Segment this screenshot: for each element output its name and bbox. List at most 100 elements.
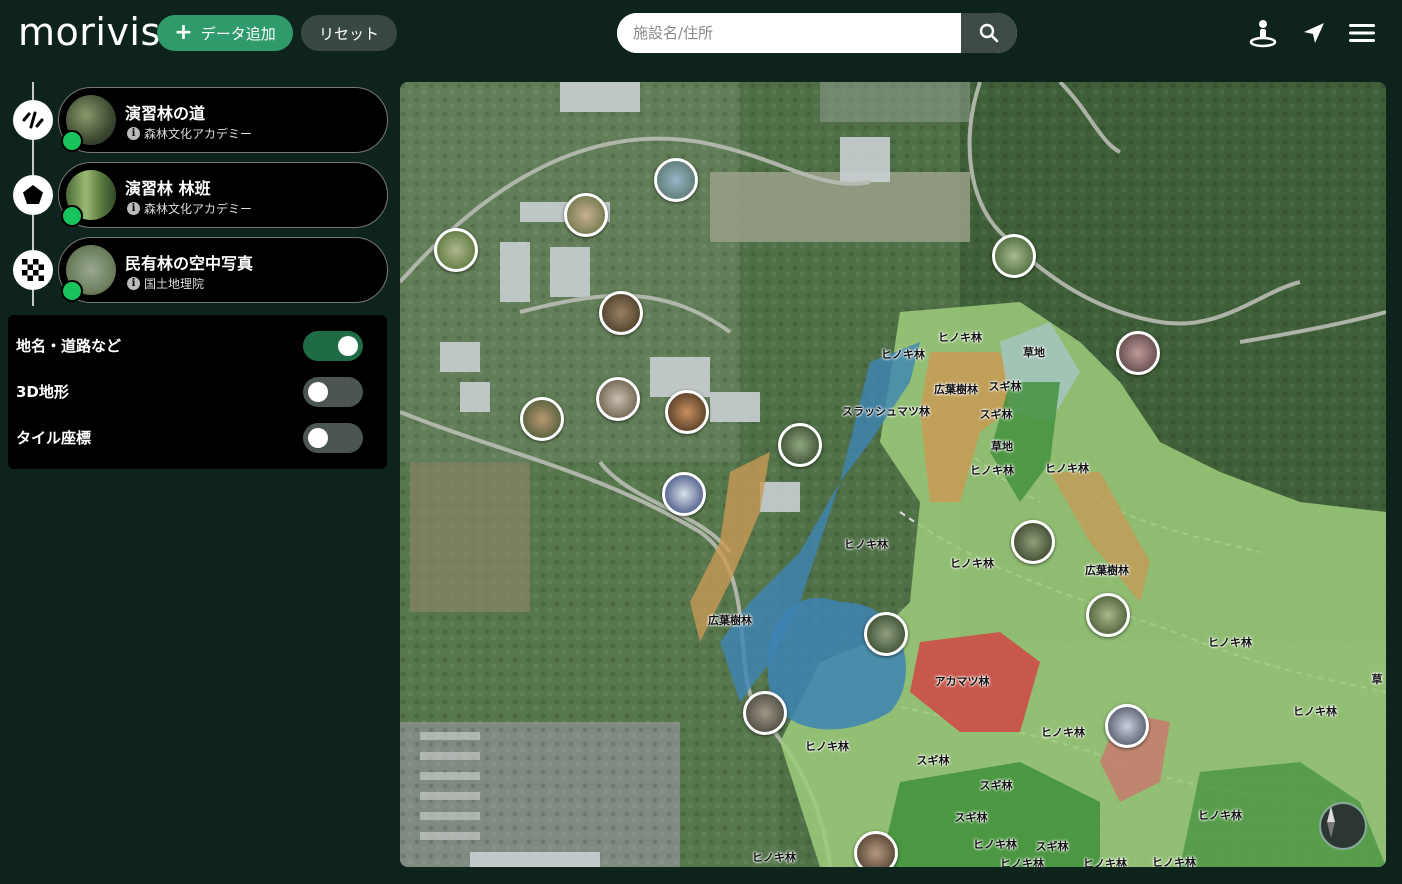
toggle-tile-coords[interactable]: [303, 423, 363, 453]
search-input[interactable]: [617, 13, 961, 53]
map-label: ヒノキ林: [1000, 857, 1044, 867]
info-icon: i: [127, 127, 140, 140]
map-label: スギ林: [988, 380, 1022, 393]
photo-marker[interactable]: [1116, 331, 1160, 375]
geolocate-button[interactable]: [1298, 17, 1330, 49]
map-label: ヒノキ林: [805, 740, 849, 753]
layer-source: i 国土地理院: [127, 275, 204, 292]
reset-button[interactable]: リセット: [301, 15, 397, 51]
map-label: 広葉樹林: [708, 614, 752, 627]
person-pin-icon: [1249, 20, 1277, 48]
photo-marker[interactable]: [596, 377, 640, 421]
map-label: スギ林: [954, 811, 988, 824]
layer-type-raster[interactable]: [13, 250, 53, 290]
option-label: タイル座標: [16, 429, 92, 447]
map-options-panel: 地名・道路など 3D地形 タイル座標: [8, 315, 387, 469]
hamburger-menu-icon: [1349, 24, 1375, 42]
compass-button[interactable]: [1319, 802, 1367, 850]
layer-visible-indicator[interactable]: [61, 280, 83, 302]
photo-marker[interactable]: [743, 691, 787, 735]
search-button[interactable]: [961, 13, 1017, 53]
photo-marker[interactable]: [864, 612, 908, 656]
info-icon: i: [127, 277, 140, 290]
layer-title: 演習林の道: [125, 104, 206, 123]
toggle-knob: [308, 382, 328, 402]
raster-checker-icon: [22, 259, 44, 281]
map-base: [400, 82, 1386, 867]
map-label: スギ林: [979, 408, 1013, 421]
map-label: 草地: [991, 440, 1013, 453]
map-label: アカマツ林: [934, 675, 990, 688]
photo-marker[interactable]: [1011, 520, 1055, 564]
layer-card[interactable]: 演習林 林班 i 森林文化アカデミー: [58, 162, 388, 228]
toggle-3d-terrain[interactable]: [303, 377, 363, 407]
map-label: ヒノキ林: [950, 557, 994, 570]
map-label: ヒノキ林: [1152, 856, 1196, 867]
layer-visible-indicator[interactable]: [61, 205, 83, 227]
layer-type-polygon[interactable]: [13, 175, 53, 215]
map-label: スギ林: [979, 779, 1013, 792]
map-label: ヒノキ林: [752, 851, 796, 864]
map-label: ヒノキ林: [1045, 462, 1089, 475]
layer-title: 演習林 林班: [125, 179, 211, 198]
photo-marker[interactable]: [564, 193, 608, 237]
toggle-knob: [308, 428, 328, 448]
map-label: スギ林: [1035, 840, 1069, 853]
photo-marker[interactable]: [434, 228, 478, 272]
map-label: 広葉樹林: [1085, 564, 1129, 577]
map-label: ヒノキ林: [1083, 857, 1127, 867]
layer-title: 民有林の空中写真: [125, 254, 254, 273]
layer-card[interactable]: 演習林の道 i 森林文化アカデミー: [58, 87, 388, 153]
street-view-button[interactable]: [1247, 17, 1279, 49]
search-icon: [979, 23, 999, 43]
photo-marker[interactable]: [599, 291, 643, 335]
option-label: 地名・道路など: [16, 337, 122, 355]
map-label: ヒノキ林: [1208, 636, 1252, 649]
map-label: ヒノキ林: [1041, 726, 1085, 739]
map-label: ヒノキ林: [970, 464, 1014, 477]
add-data-button[interactable]: + データ追加: [157, 15, 293, 51]
app-logo[interactable]: morivis: [18, 10, 161, 54]
layer-type-line[interactable]: [13, 100, 53, 140]
photo-marker[interactable]: [854, 831, 898, 867]
map-label: ヒノキ林: [844, 538, 888, 551]
map-label: スラッシュマツ林: [842, 405, 930, 418]
map-label: ヒノキ林: [1293, 705, 1337, 718]
layer-source-label: 森林文化アカデミー: [144, 202, 253, 216]
photo-marker[interactable]: [992, 234, 1036, 278]
toggle-knob: [338, 336, 358, 356]
layer-source-label: 森林文化アカデミー: [144, 127, 253, 141]
map-label: スギ林: [916, 754, 950, 767]
map-label: ヒノキ林: [973, 838, 1017, 851]
map-label: ヒノキ林: [938, 331, 982, 344]
plus-icon: +: [174, 20, 193, 45]
photo-marker[interactable]: [778, 423, 822, 467]
map-canvas[interactable]: ヒノキ林 ヒノキ林 草地 広葉樹林 スギ林 スラッシュマツ林 スギ林 草地 ヒノ…: [400, 82, 1386, 867]
photo-marker[interactable]: [1105, 704, 1149, 748]
map-label: 草地: [1023, 346, 1045, 359]
map-label: ヒノキ林: [1198, 809, 1242, 822]
photo-marker[interactable]: [662, 472, 706, 516]
line-icon: [22, 111, 44, 129]
search-bar: [617, 13, 1017, 53]
navigation-arrow-icon: [1304, 23, 1324, 43]
layer-visible-indicator[interactable]: [61, 130, 83, 152]
photo-marker[interactable]: [654, 158, 698, 202]
layer-source: i 森林文化アカデミー: [127, 200, 252, 217]
info-icon: i: [127, 202, 140, 215]
map-label: ヒノキ林: [881, 348, 925, 361]
menu-button[interactable]: [1346, 17, 1378, 49]
add-data-label: データ追加: [200, 24, 276, 43]
layer-source-label: 国土地理院: [144, 277, 205, 291]
layer-source: i 森林文化アカデミー: [127, 125, 252, 142]
photo-marker[interactable]: [1086, 593, 1130, 637]
compass-icon: [1327, 806, 1335, 838]
photo-marker[interactable]: [520, 397, 564, 441]
option-label: 3D地形: [16, 383, 69, 401]
map-label: 広葉樹林: [934, 383, 978, 396]
map-label: 草: [1371, 673, 1383, 686]
photo-marker[interactable]: [665, 390, 709, 434]
toggle-labels[interactable]: [303, 331, 363, 361]
layer-card[interactable]: 民有林の空中写真 i 国土地理院: [58, 237, 388, 303]
polygon-icon: [23, 185, 43, 204]
